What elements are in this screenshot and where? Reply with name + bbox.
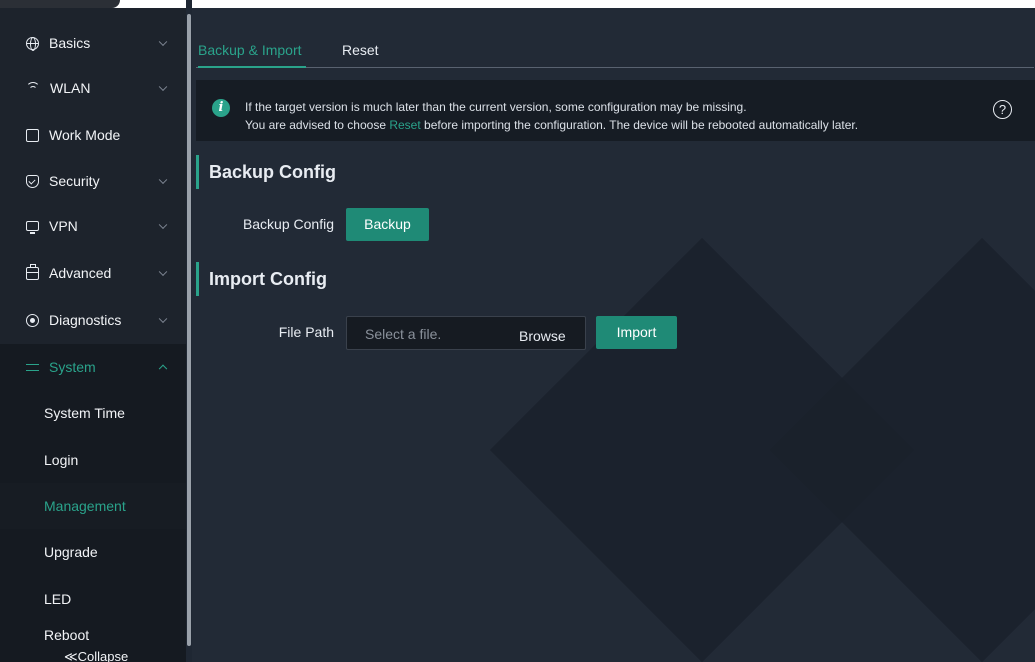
chevron-up-icon (158, 364, 168, 374)
file-path-label: File Path (278, 324, 334, 340)
collapse-button[interactable]: ≪Collapse (64, 649, 128, 662)
sidebar-item-advanced[interactable]: Advanced (0, 250, 186, 296)
sidebar-item-label: Basics (49, 35, 91, 51)
sidebar-subitem-login[interactable]: Login (0, 437, 186, 483)
subitem-label: LED (44, 591, 72, 607)
sidebar-item-wlan[interactable]: WLAN (0, 65, 186, 111)
file-path-input[interactable]: Select a file. Browse (346, 316, 586, 350)
sidebar: Basics WLAN Work Mode Security VPN Advan… (0, 0, 186, 662)
backup-button[interactable]: Backup (346, 208, 429, 241)
sidebar-item-label: WLAN (50, 80, 91, 96)
sidebar-item-label: VPN (49, 218, 78, 234)
help-icon[interactable]: ? (993, 100, 1012, 119)
file-path-placeholder: Select a file. (365, 326, 442, 342)
sidebar-item-diagnostics[interactable]: Diagnostics (0, 297, 186, 343)
info-icon: i (212, 99, 230, 117)
sidebar-item-security[interactable]: Security (0, 158, 186, 204)
sidebar-item-label: Diagnostics (49, 312, 122, 328)
sidebar-item-work-mode[interactable]: Work Mode (0, 112, 186, 158)
reset-link[interactable]: Reset (389, 118, 420, 132)
shield-icon (26, 174, 39, 188)
diagnostics-icon (26, 313, 39, 327)
sidebar-top-tab (0, 0, 120, 8)
sidebar-item-label: Work Mode (49, 127, 121, 143)
wifi-icon (26, 81, 40, 95)
tip-line-1: If the target version is much later than… (245, 100, 747, 114)
browse-button[interactable]: Browse (519, 328, 566, 344)
sidebar-item-label: Advanced (49, 265, 112, 281)
chevron-down-icon (158, 267, 168, 277)
subitem-label: Reboot (44, 627, 90, 643)
chevron-down-icon (158, 175, 168, 185)
tip-text: You are advised to choose (245, 118, 390, 132)
sidebar-item-vpn[interactable]: VPN (0, 203, 186, 249)
tab-reset[interactable]: Reset (342, 42, 379, 58)
main-content: Backup & Import Reset i If the target ve… (192, 0, 1035, 662)
subitem-label: Upgrade (44, 544, 98, 560)
subitem-label: System Time (44, 405, 125, 421)
section-backup-config: Backup Config (196, 155, 336, 189)
sidebar-subitem-system-time[interactable]: System Time (0, 390, 186, 436)
tip-line-2: You are advised to choose Reset before i… (245, 118, 858, 132)
vpn-icon (26, 221, 39, 234)
backup-config-label: Backup Config (242, 216, 334, 232)
sidebar-scrollbar[interactable] (187, 14, 191, 646)
sliders-icon (26, 361, 39, 374)
subitem-label: Login (44, 452, 79, 468)
chevron-down-icon (158, 37, 168, 47)
globe-icon (26, 36, 39, 51)
sidebar-subitem-upgrade[interactable]: Upgrade (0, 529, 186, 575)
tab-backup-import[interactable]: Backup & Import (198, 42, 306, 68)
top-edge (192, 0, 1035, 8)
chevron-down-icon (158, 314, 168, 324)
tab-bar: Backup & Import Reset (196, 36, 1034, 68)
subitem-label: Management (44, 498, 126, 514)
sidebar-item-system[interactable]: System (0, 344, 186, 390)
sidebar-item-label: Security (49, 173, 100, 189)
import-button[interactable]: Import (596, 316, 677, 349)
briefcase-icon (26, 263, 39, 280)
info-banner: i If the target version is much later th… (196, 80, 1035, 141)
chevron-down-icon (158, 220, 168, 230)
background-chevron (769, 237, 1035, 662)
work-mode-icon (26, 128, 39, 142)
chevron-down-icon (158, 82, 168, 92)
sidebar-item-label: System (49, 359, 96, 375)
sidebar-subitem-management[interactable]: Management (0, 483, 186, 529)
tip-text: before importing the configuration. The … (420, 118, 859, 132)
sidebar-item-basics[interactable]: Basics (0, 20, 186, 66)
section-import-config: Import Config (196, 262, 327, 296)
sidebar-subitem-led[interactable]: LED (0, 576, 186, 622)
sidebar-subitem-reboot[interactable]: Reboot (0, 620, 186, 650)
